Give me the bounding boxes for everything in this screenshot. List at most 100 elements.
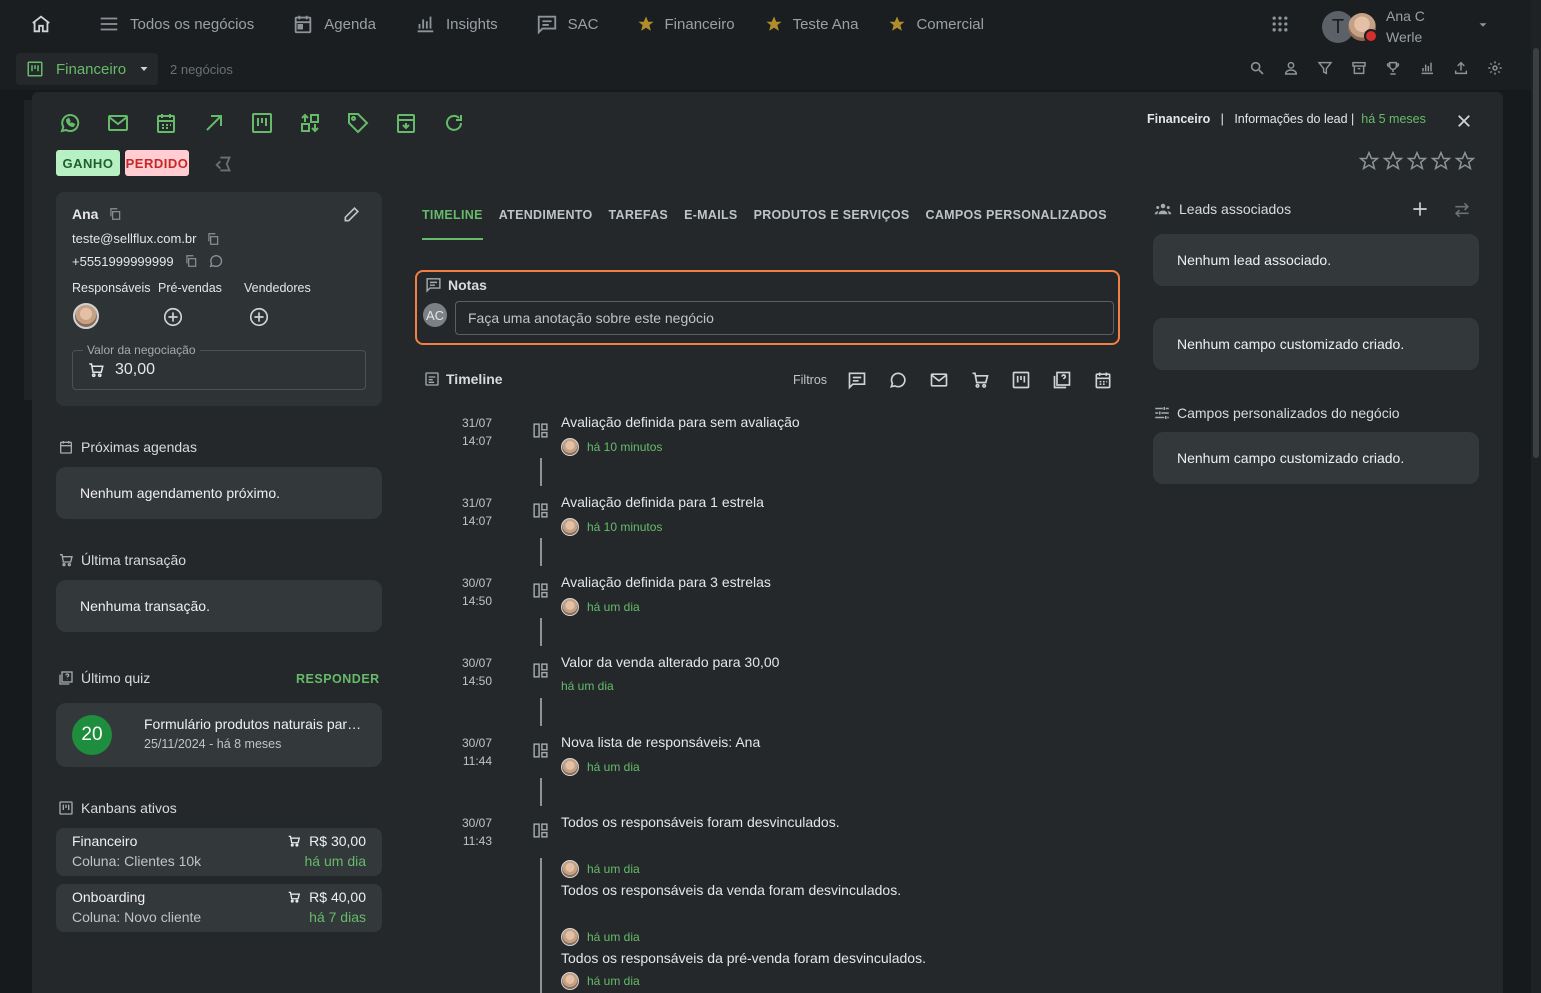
kanban-icon	[27, 61, 43, 77]
cart-icon	[288, 891, 301, 903]
entry-text: Nova lista de responsáveis: Ana	[561, 734, 761, 750]
edit-icon[interactable]	[342, 204, 362, 224]
nav-favorite-teste-ana[interactable]: Teste Ana	[765, 15, 858, 33]
entry-day: 30/07	[461, 736, 492, 750]
scrollbar-thumb[interactable]	[1533, 48, 1539, 458]
user-avatar	[561, 438, 579, 456]
nav-sac[interactable]: SAC	[536, 13, 599, 35]
kanban-column: Coluna: Clientes 10k	[72, 853, 202, 869]
copy-icon[interactable]	[108, 207, 122, 221]
deal-custom-fields-empty: Nenhum campo customizado criado.	[1153, 432, 1479, 484]
kanban-icon[interactable]	[250, 111, 274, 135]
tab-tarefas[interactable]: TAREFAS	[609, 208, 669, 240]
nav-agenda[interactable]: Agenda	[292, 13, 376, 35]
email-filter-icon[interactable]	[929, 370, 949, 390]
bar-chart-icon[interactable]	[1419, 60, 1435, 76]
quiz-card[interactable]: 20 Formulário produtos naturais para saú…	[56, 703, 382, 767]
nav-insights[interactable]: Insights	[414, 13, 498, 35]
search-icon[interactable]	[1249, 60, 1265, 76]
responsible-avatar[interactable]	[73, 303, 99, 329]
swap-icon[interactable]	[1452, 200, 1472, 220]
bar-chart-icon	[417, 16, 434, 33]
quiz-filter-icon[interactable]	[1052, 370, 1072, 390]
calendar-icon[interactable]	[154, 111, 178, 135]
copy-icon[interactable]	[184, 254, 198, 268]
tab-produtos[interactable]: PRODUTOS E SERVIÇOS	[754, 208, 910, 240]
author-avatar: AC	[423, 303, 447, 327]
apps-grid-icon[interactable]	[1270, 14, 1290, 34]
nav-all-deals[interactable]: Todos os negócios	[98, 13, 254, 35]
board-select[interactable]: Financeiro	[16, 53, 158, 85]
entry-ago: há um dia	[587, 600, 640, 614]
kanban-card[interactable]: Financeiro Coluna: Clientes 10k R$ 30,00…	[56, 828, 382, 876]
user-avatar	[561, 928, 579, 946]
user-name-line2: Werle	[1386, 29, 1423, 45]
activity-icon	[532, 822, 549, 839]
tab-emails[interactable]: E-MAILS	[684, 208, 738, 240]
deal-count: 2 negócios	[170, 62, 233, 77]
timeline-title: Timeline	[424, 371, 503, 387]
person-icon[interactable]	[1283, 60, 1299, 76]
home-icon[interactable]	[30, 13, 52, 35]
deal-value-field[interactable]: Valor da negociação 30,00	[72, 343, 366, 390]
entry-time: 11:43	[462, 834, 492, 848]
lead-name: Ana	[72, 206, 99, 222]
deal-modal: GANHO PERDIDO Financeiro | Informações d…	[32, 92, 1503, 993]
nav-favorite-financeiro[interactable]: Financeiro	[637, 15, 735, 33]
kanban-name: Financeiro	[72, 833, 138, 849]
add-icon[interactable]	[1410, 199, 1430, 219]
won-chip[interactable]: GANHO	[56, 150, 120, 176]
tab-timeline[interactable]: TIMELINE	[422, 208, 483, 240]
gear-icon[interactable]	[1487, 60, 1503, 76]
close-icon[interactable]	[1455, 112, 1473, 130]
timeline-connector	[540, 858, 542, 993]
respond-quiz-button[interactable]: RESPONDER	[296, 672, 380, 686]
entry-time: 14:50	[461, 674, 492, 688]
user-menu[interactable]: T Ana C Werle	[1322, 6, 1425, 48]
user-avatar	[1348, 13, 1378, 43]
kanban-value: R$ 30,00	[309, 833, 366, 849]
upload-icon[interactable]	[1453, 60, 1469, 76]
kanban-filter-icon[interactable]	[1011, 370, 1031, 390]
whatsapp-filter-icon[interactable]	[888, 370, 908, 390]
trophy-icon[interactable]	[1385, 60, 1401, 76]
undo-icon[interactable]	[213, 153, 235, 175]
archive-icon[interactable]	[1351, 60, 1367, 76]
add-pre-sales-icon[interactable]	[162, 306, 184, 328]
deal-value: 30,00	[115, 361, 156, 378]
star-outline-icon	[1455, 151, 1475, 171]
lost-chip[interactable]: PERDIDO	[125, 150, 189, 176]
note-input[interactable]	[455, 301, 1114, 335]
section-label: Última transação	[81, 552, 187, 568]
lead-phone[interactable]: +5551999999999	[72, 254, 174, 269]
refresh-icon[interactable]	[442, 111, 466, 135]
deal-custom-fields-title: Campos personalizados do negócio	[1153, 404, 1400, 422]
tab-campos[interactable]: CAMPOS PERSONALIZADOS	[926, 208, 1107, 240]
last-transaction-title: Última transação	[58, 552, 186, 568]
archive-icon[interactable]	[394, 111, 418, 135]
deal-value-row: 30,00	[87, 361, 155, 379]
nav-favorite-comercial[interactable]: Comercial	[888, 15, 984, 33]
whatsapp-icon[interactable]	[58, 111, 82, 135]
caret-down-icon[interactable]	[1476, 18, 1490, 32]
calendar-filter-icon[interactable]	[1093, 370, 1113, 390]
lead-name-row: Ana	[72, 206, 122, 222]
whatsapp-icon[interactable]	[208, 253, 224, 269]
arrow-up-right-icon[interactable]	[202, 111, 226, 135]
tag-icon[interactable]	[346, 111, 370, 135]
note-filter-icon[interactable]	[847, 370, 867, 390]
nav-label: Todos os negócios	[130, 15, 255, 33]
lead-email[interactable]: teste@sellflux.com.br	[72, 231, 196, 246]
cart-filter-icon[interactable]	[970, 370, 990, 390]
sub-entry-text: Todos os responsáveis da pré-venda foram…	[561, 950, 926, 966]
kanban-card[interactable]: Onboarding Coluna: Novo cliente R$ 40,00…	[56, 884, 382, 932]
tab-atendimento[interactable]: ATENDIMENTO	[499, 208, 593, 240]
nav-label: Insights	[445, 15, 498, 33]
filter-icon[interactable]	[1317, 60, 1333, 76]
entry-ago: há 10 minutos	[587, 520, 663, 534]
add-seller-icon[interactable]	[248, 306, 270, 328]
email-icon[interactable]	[106, 111, 130, 135]
copy-icon[interactable]	[206, 232, 220, 246]
rating-stars[interactable]	[1359, 151, 1475, 171]
transfer-icon[interactable]	[298, 111, 322, 135]
